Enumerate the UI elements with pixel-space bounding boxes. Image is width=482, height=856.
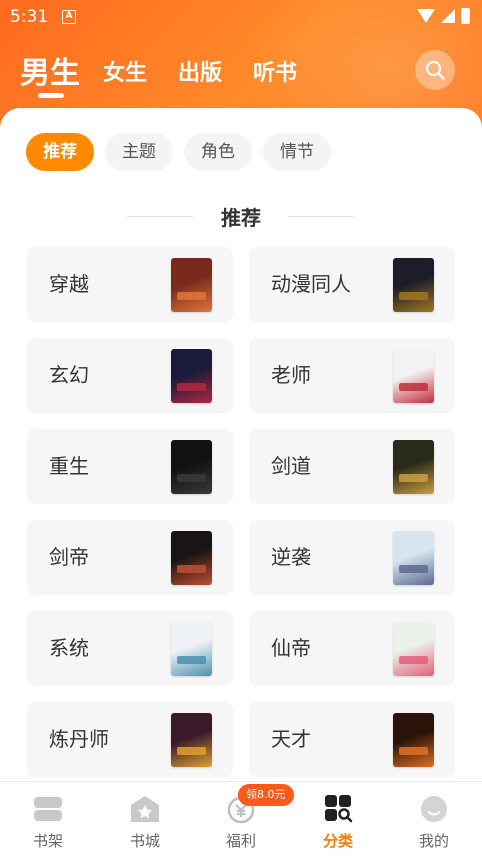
profile-icon bbox=[421, 796, 447, 822]
category-label: 老师 bbox=[271, 363, 311, 387]
cover-art bbox=[177, 383, 206, 391]
category-label: 重生 bbox=[49, 454, 89, 478]
category-label: 剑道 bbox=[271, 454, 311, 478]
book-cover bbox=[171, 349, 212, 403]
nav-label: 福利 bbox=[225, 832, 256, 850]
category-label: 动漫同人 bbox=[271, 272, 351, 296]
section-title: 推荐 bbox=[221, 206, 261, 230]
book-cover bbox=[171, 440, 212, 494]
status-bar: 5:31 A bbox=[0, 0, 482, 34]
nav-label: 书城 bbox=[129, 832, 160, 850]
category-label: 穿越 bbox=[49, 272, 89, 296]
category-card[interactable]: 玄幻 bbox=[27, 338, 233, 413]
category-label: 炼丹师 bbox=[49, 727, 109, 751]
cover-art bbox=[399, 565, 428, 573]
category-card[interactable]: 穿越 bbox=[27, 247, 233, 322]
bookshelf-icon bbox=[34, 797, 62, 821]
tab-audiobook[interactable]: 听书 bbox=[253, 55, 297, 87]
category-card[interactable]: 剑帝 bbox=[27, 520, 233, 595]
signal-icon bbox=[441, 9, 455, 23]
category-card[interactable]: 逆袭 bbox=[249, 520, 455, 595]
book-cover bbox=[171, 531, 212, 585]
nav-bookstore[interactable]: 书城 bbox=[97, 782, 193, 856]
book-cover bbox=[393, 713, 434, 767]
chip-theme[interactable]: 主题 bbox=[105, 133, 173, 171]
category-label: 仙帝 bbox=[271, 636, 311, 660]
search-icon bbox=[425, 60, 445, 80]
book-cover bbox=[393, 622, 434, 676]
cover-art bbox=[177, 747, 206, 755]
category-card[interactable]: 重生 bbox=[27, 429, 233, 504]
category-card[interactable]: 系统 bbox=[27, 611, 233, 686]
category-label: 逆袭 bbox=[271, 545, 311, 569]
tab-male[interactable]: 男生 bbox=[20, 48, 80, 92]
category-card[interactable]: 天才 bbox=[249, 702, 455, 777]
cover-art bbox=[177, 292, 206, 300]
search-button[interactable] bbox=[415, 50, 455, 90]
book-cover bbox=[393, 531, 434, 585]
bookstore-icon bbox=[131, 796, 159, 822]
nav-profile[interactable]: 我的 bbox=[386, 782, 482, 856]
nav-label: 书架 bbox=[32, 832, 63, 850]
category-icon bbox=[325, 795, 353, 823]
wifi-icon bbox=[417, 9, 435, 23]
tab-female[interactable]: 女生 bbox=[103, 55, 147, 87]
welfare-badge: 领8.0元 bbox=[238, 784, 294, 806]
category-label: 系统 bbox=[49, 636, 89, 660]
chip-character[interactable]: 角色 bbox=[184, 133, 252, 171]
battery-icon bbox=[461, 8, 470, 24]
book-cover bbox=[171, 713, 212, 767]
nav-label: 我的 bbox=[418, 832, 449, 850]
status-time: 5:31 bbox=[10, 7, 49, 27]
category-card[interactable]: 炼丹师 bbox=[27, 702, 233, 777]
category-sheet: 推荐 主题 角色 情节 推荐 穿越 动漫同人 玄幻 老师 重生 剑道 剑帝 逆袭… bbox=[0, 108, 482, 780]
book-cover bbox=[171, 258, 212, 312]
chip-recommend[interactable]: 推荐 bbox=[26, 133, 94, 171]
active-tab-indicator bbox=[38, 93, 64, 98]
status-icons bbox=[417, 8, 470, 24]
notification-icon: A bbox=[62, 10, 76, 24]
category-label: 剑帝 bbox=[49, 545, 89, 569]
book-cover bbox=[171, 622, 212, 676]
nav-label: 分类 bbox=[322, 832, 353, 850]
book-cover bbox=[393, 258, 434, 312]
cover-art bbox=[399, 656, 428, 664]
nav-bookshelf[interactable]: 书架 bbox=[0, 782, 96, 856]
chip-plot[interactable]: 情节 bbox=[263, 133, 331, 171]
category-card[interactable]: 动漫同人 bbox=[249, 247, 455, 322]
category-card[interactable]: 剑道 bbox=[249, 429, 455, 504]
filter-chips: 推荐 主题 角色 情节 bbox=[26, 133, 331, 171]
cover-art bbox=[399, 747, 428, 755]
category-label: 玄幻 bbox=[49, 363, 89, 387]
category-label: 天才 bbox=[271, 727, 311, 751]
book-cover bbox=[393, 349, 434, 403]
cover-art bbox=[399, 383, 428, 391]
nav-category[interactable]: 分类 bbox=[290, 782, 386, 856]
cover-art bbox=[177, 656, 206, 664]
cover-art bbox=[399, 292, 428, 300]
cover-art bbox=[177, 474, 206, 482]
category-card[interactable]: 仙帝 bbox=[249, 611, 455, 686]
category-card[interactable]: 老师 bbox=[249, 338, 455, 413]
book-cover bbox=[393, 440, 434, 494]
section-divider-right bbox=[288, 216, 354, 217]
cover-art bbox=[399, 474, 428, 482]
top-nav: 男生 女生 出版 听书 bbox=[0, 44, 482, 104]
tab-publish[interactable]: 出版 bbox=[178, 55, 222, 87]
cover-art bbox=[177, 565, 206, 573]
